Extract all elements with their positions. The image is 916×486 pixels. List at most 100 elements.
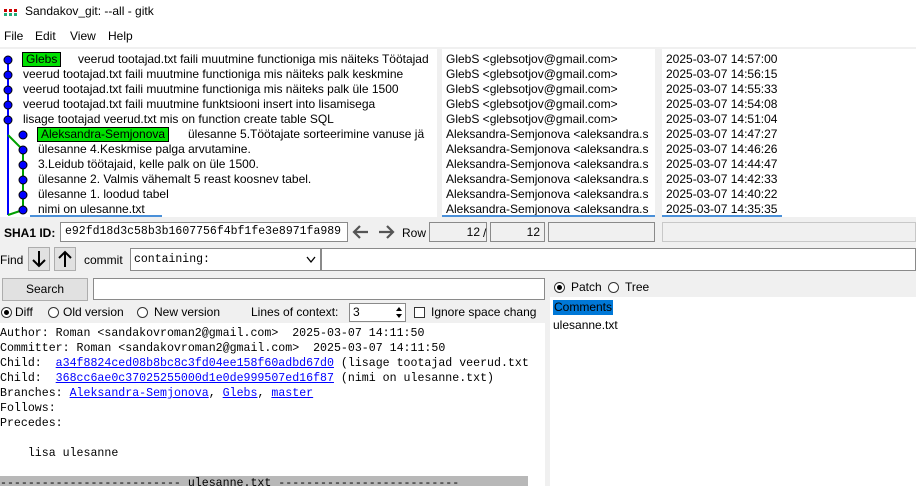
- commit-subject[interactable]: veerud tootajad.txt faili muutmine funct…: [23, 82, 399, 97]
- branch-link-aleksandra[interactable]: Aleksandra-Semjonova: [70, 387, 209, 400]
- chevron-down-icon: [306, 256, 316, 264]
- arrow-down-icon: [32, 251, 46, 268]
- file-list-pane[interactable]: Comments ulesanne.txt: [550, 297, 916, 486]
- commit-subject[interactable]: veerud tootajad.txt faili muutmine funct…: [23, 67, 403, 82]
- commit-date[interactable]: 2025-03-07 14:42:33: [666, 172, 777, 187]
- menu-bar: File Edit View Help: [0, 25, 916, 47]
- commit-author[interactable]: Aleksandra-Semjonova <aleksandra.s: [446, 127, 648, 142]
- commit-details-pane[interactable]: Author: Roman <sandakovroman2@gmail.com>…: [0, 323, 545, 486]
- old-version-radio[interactable]: [48, 307, 59, 318]
- title-bar: Sandakov_git: --all - gitk: [0, 0, 916, 25]
- commit-author[interactable]: Aleksandra-Semjonova <aleksandra.s: [446, 157, 648, 172]
- commit-date[interactable]: 2025-03-07 14:56:15: [666, 67, 777, 82]
- tree-label[interactable]: Tree: [625, 280, 649, 294]
- branches-line: Branches: Aleksandra-Semjonova, Glebs, m…: [0, 387, 314, 400]
- child-label: Child:: [0, 357, 56, 370]
- child-line: Child: 368cc6ae0c37025255000d1e0de999507…: [0, 371, 494, 386]
- forward-arrow-icon[interactable]: [375, 223, 397, 241]
- date-pane[interactable]: 2025-03-07 14:57:00 2025-03-07 14:56:15 …: [662, 49, 916, 217]
- precedes-line: Precedes:: [0, 417, 63, 430]
- commit-subject[interactable]: 3.Leidub töötajaid, kelle palk on üle 15…: [38, 157, 259, 172]
- row-separator: /: [483, 226, 487, 240]
- find-mode-select[interactable]: containing:: [130, 248, 321, 271]
- row-current: 12: [429, 222, 487, 242]
- old-version-label[interactable]: Old version: [63, 305, 124, 319]
- author-pane[interactable]: GlebS <glebsotjov@gmail.com> GlebS <gleb…: [442, 49, 655, 217]
- author-line: Author: Roman <sandakovroman2@gmail.com>…: [0, 327, 425, 340]
- diff-radio[interactable]: [1, 307, 12, 318]
- new-version-label[interactable]: New version: [154, 305, 220, 319]
- commit-date[interactable]: 2025-03-07 14:54:08: [666, 97, 777, 112]
- branch-tag-aleksandra[interactable]: Aleksandra-Semjonova: [37, 127, 170, 142]
- committer-line: Committer: Roman <sandakovroman2@gmail.c…: [0, 342, 446, 355]
- commit-subject[interactable]: ülesanne 5.Töötajate sorteerimine vanuse…: [188, 127, 424, 142]
- spin-arrows-icon[interactable]: [394, 305, 404, 320]
- commit-graph-pane[interactable]: Glebs veerud tootajad.txt faili muutmine…: [0, 49, 437, 217]
- selection-underline: [30, 215, 162, 217]
- commit-author[interactable]: Aleksandra-Semjonova <aleksandra.s: [446, 142, 648, 157]
- commit-author[interactable]: Aleksandra-Semjonova <aleksandra.s: [446, 187, 648, 202]
- sha-input[interactable]: e92fd18d3c58b3b1607756f4bf1fe3e8971fa989: [60, 222, 348, 242]
- commit-subject[interactable]: veerud tootajad.txt faili muutmine funkt…: [23, 97, 375, 112]
- branches-label: Branches:: [0, 387, 70, 400]
- gitk-app-icon: [4, 9, 18, 17]
- context-value: 3: [353, 305, 360, 319]
- commit-date[interactable]: 2025-03-07 14:47:27: [666, 127, 777, 142]
- commit-author[interactable]: GlebS <glebsotjov@gmail.com>: [446, 52, 618, 67]
- menu-edit[interactable]: Edit: [35, 29, 56, 43]
- find-prev-button[interactable]: [54, 247, 76, 271]
- commit-subject[interactable]: veerud tootajad.txt faili muutmine funct…: [78, 52, 429, 67]
- branch-link-master[interactable]: master: [271, 387, 313, 400]
- file-diff-header: -------------------------- ulesanne.txt …: [0, 476, 528, 486]
- find-input[interactable]: [321, 248, 916, 271]
- commit-author[interactable]: GlebS <glebsotjov@gmail.com>: [446, 112, 618, 127]
- commit-subject[interactable]: ülesanne 2. Valmis vähemalt 5 reast koos…: [38, 172, 311, 187]
- commit-author[interactable]: Aleksandra-Semjonova <aleksandra.s: [446, 172, 648, 187]
- commit-message: lisa ulesanne: [0, 447, 119, 460]
- commit-date[interactable]: 2025-03-07 14:40:22: [666, 187, 777, 202]
- child-description: (nimi on ulesanne.txt): [333, 372, 494, 385]
- child-hash-link[interactable]: a34f8824ced08b8bc8c3fd04ee158f60adbd67d0: [56, 357, 334, 370]
- new-version-radio[interactable]: [137, 307, 148, 318]
- row-total: 12: [490, 222, 545, 242]
- branch-link-glebs[interactable]: Glebs: [223, 387, 258, 400]
- sha-label: SHA1 ID:: [4, 226, 56, 240]
- file-item[interactable]: ulesanne.txt: [553, 318, 618, 333]
- commit-date[interactable]: 2025-03-07 14:44:47: [666, 157, 777, 172]
- commit-date[interactable]: 2025-03-07 14:57:00: [666, 52, 777, 67]
- commit-author[interactable]: GlebS <glebsotjov@gmail.com>: [446, 67, 618, 82]
- context-spinbox[interactable]: 3: [349, 303, 406, 322]
- menu-help[interactable]: Help: [108, 29, 133, 43]
- commit-date[interactable]: 2025-03-07 14:46:26: [666, 142, 777, 157]
- patch-label[interactable]: Patch: [571, 280, 602, 294]
- arrow-up-icon: [58, 250, 72, 267]
- child-label: Child:: [0, 372, 56, 385]
- commit-subject[interactable]: ülesanne 4.Keskmise palga arvutamine.: [38, 142, 251, 157]
- child-description: (lisage tootajad veerud.txt: [333, 357, 529, 370]
- commit-author[interactable]: GlebS <glebsotjov@gmail.com>: [446, 97, 618, 112]
- tree-radio[interactable]: [608, 282, 619, 293]
- child-hash-link[interactable]: 368cc6ae0c37025255000d1e0de999507ed16f87: [56, 372, 334, 385]
- window-title: Sandakov_git: --all - gitk: [25, 4, 154, 18]
- commit-subject[interactable]: ülesanne 1. loodud tabel: [38, 187, 169, 202]
- menu-view[interactable]: View: [70, 29, 96, 43]
- find-next-button[interactable]: [28, 247, 50, 271]
- commit-date[interactable]: 2025-03-07 14:55:33: [666, 82, 777, 97]
- find-type-label[interactable]: commit: [84, 253, 123, 267]
- branch-tag-glebs[interactable]: Glebs: [22, 52, 62, 67]
- menu-file[interactable]: File: [4, 29, 23, 43]
- search-button[interactable]: Search: [2, 278, 88, 301]
- child-line: Child: a34f8824ced08b8bc8c3fd04ee158f60a…: [0, 356, 529, 371]
- patch-radio[interactable]: [554, 282, 565, 293]
- status-field: [662, 222, 916, 242]
- search-input[interactable]: [93, 278, 545, 300]
- comments-item[interactable]: Comments: [553, 300, 614, 315]
- ignore-space-checkbox[interactable]: [414, 307, 425, 318]
- back-arrow-icon[interactable]: [350, 223, 372, 241]
- commit-date[interactable]: 2025-03-07 14:51:04: [666, 112, 777, 127]
- row-label: Row: [402, 226, 427, 240]
- ignore-space-label[interactable]: Ignore space chang: [431, 305, 543, 319]
- diff-radio-label[interactable]: Diff: [15, 305, 33, 319]
- commit-subject[interactable]: lisage tootajad veerud.txt mis on functi…: [23, 112, 334, 127]
- commit-author[interactable]: GlebS <glebsotjov@gmail.com>: [446, 82, 618, 97]
